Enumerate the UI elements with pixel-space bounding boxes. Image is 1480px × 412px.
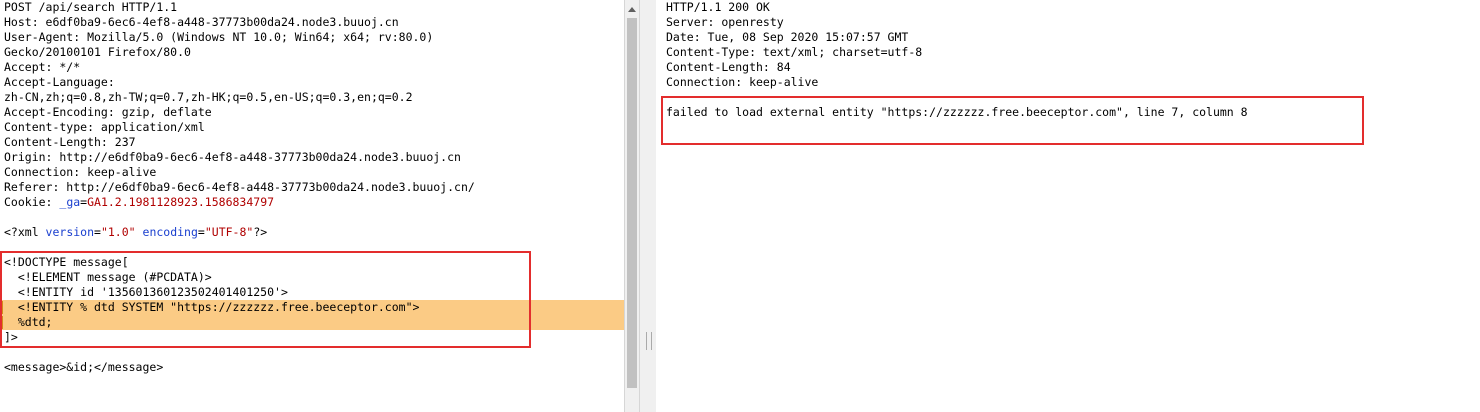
header-connection: Connection: keep-alive — [4, 165, 157, 179]
header-content-length: Content-Length: 84 — [666, 60, 791, 74]
header-cookie: Cookie: _ga=GA1.2.1981128923.1586834797 — [0, 195, 624, 210]
request-scrollbar[interactable] — [624, 0, 640, 412]
xml-decl-space — [136, 225, 143, 239]
xml-declaration: <?xml version="1.0" encoding="UTF-8"?> — [0, 225, 624, 240]
splitter-grip-icon[interactable] — [646, 332, 652, 350]
header-accept-language: Accept-Language: — [4, 75, 115, 89]
header-server: Server: openresty — [666, 15, 784, 29]
cookie-prefix: Cookie: — [4, 195, 60, 209]
scrollbar-thumb[interactable] — [627, 18, 637, 388]
header-date: Date: Tue, 08 Sep 2020 15:07:57 GMT — [666, 30, 909, 44]
xml-decl-eq: = — [94, 225, 101, 239]
header-connection: Connection: keep-alive — [666, 75, 819, 89]
xml-decl-attr-version: version — [45, 225, 95, 239]
header-host: Host: e6df0ba9-6ec6-4ef8-a448-37773b00da… — [4, 15, 399, 29]
cookie-value: GA1.2.1981128923.1586834797 — [87, 195, 275, 209]
header-referer: Referer: http://e6df0ba9-6ec6-4ef8-a448-… — [4, 180, 475, 194]
xml-decl-val-version: "1.0" — [100, 225, 136, 239]
header-user-agent: User-Agent: Mozilla/5.0 (Windows NT 10.0… — [4, 30, 434, 44]
header-user-agent-cont: Gecko/20100101 Firefox/80.0 — [4, 45, 191, 59]
header-accept-language-cont: zh-CN,zh;q=0.8,zh-TW;q=0.7,zh-HK;q=0.5,e… — [4, 90, 413, 104]
response-error-annotation-box — [661, 96, 1364, 145]
request-editor[interactable]: POST /api/search HTTP/1.1 Host: e6df0ba9… — [0, 0, 624, 412]
xml-body: <message>&id;</message> — [4, 360, 164, 374]
xml-decl-close: ?> — [253, 225, 268, 239]
request-doctype-annotation-box — [0, 251, 531, 348]
xml-decl-attr-encoding: encoding — [142, 225, 198, 239]
response-viewer[interactable]: HTTP/1.1 200 OK Server: openresty Date: … — [656, 0, 1480, 412]
status-line: HTTP/1.1 200 OK — [666, 0, 770, 14]
xml-decl-val-encoding: "UTF-8" — [204, 225, 254, 239]
header-content-length: Content-Length: 237 — [4, 135, 136, 149]
header-accept-encoding: Accept-Encoding: gzip, deflate — [4, 105, 212, 119]
header-origin: Origin: http://e6df0ba9-6ec6-4ef8-a448-3… — [4, 150, 461, 164]
header-content-type: Content-type: application/xml — [4, 120, 205, 134]
request-line: POST /api/search HTTP/1.1 — [4, 0, 178, 14]
scroll-up-arrow-icon[interactable] — [625, 2, 639, 16]
xml-decl-open: <?xml — [4, 225, 46, 239]
header-accept: Accept: */* — [4, 60, 81, 74]
header-content-type: Content-Type: text/xml; charset=utf-8 — [666, 45, 923, 59]
pane-splitter[interactable] — [640, 0, 656, 412]
cookie-name: _ga — [59, 195, 81, 209]
xml-decl-eq: = — [197, 225, 205, 239]
